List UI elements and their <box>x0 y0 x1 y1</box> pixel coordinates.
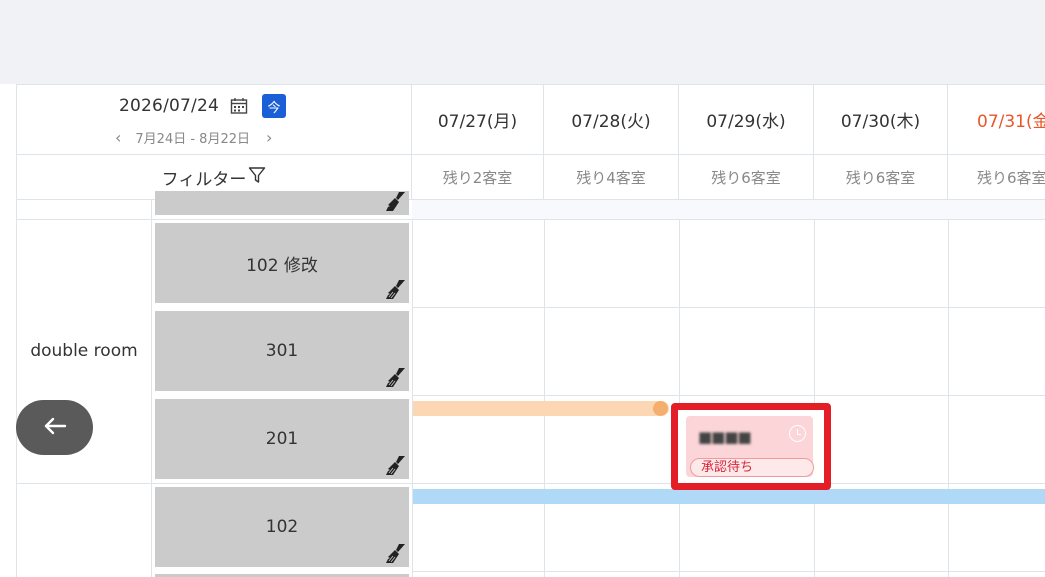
today-button[interactable]: 今 <box>261 94 286 118</box>
grid-line <box>412 395 1045 396</box>
reservation-bar[interactable] <box>413 489 1045 504</box>
funnel-icon <box>248 166 266 189</box>
room-number: 201 <box>265 429 299 449</box>
room-type-next <box>17 483 152 577</box>
broom-icon[interactable] <box>385 367 406 388</box>
top-band <box>0 0 1045 84</box>
grid-line <box>948 200 949 577</box>
broom-icon[interactable] <box>385 279 406 300</box>
room-cell-102-mod[interactable]: 102 修改 <box>155 223 409 303</box>
grid-line <box>17 483 1045 484</box>
remaining-rooms-0731: 残り6客室 <box>948 155 1045 200</box>
date-navigator: 2026/07/24 今 ‹ 7月24日 - 8月22日 › <box>17 85 412 155</box>
booking-card[interactable]: ■■■■ 承認待ち <box>686 416 814 477</box>
filter-label: フィルター <box>161 169 247 190</box>
chevron-right-icon[interactable]: › <box>266 128 272 147</box>
current-date[interactable]: 2026/07/24 <box>119 96 219 116</box>
grid-line <box>544 200 545 577</box>
grid-line <box>814 200 815 577</box>
reservation-bar-end <box>653 401 668 416</box>
reservation-bar[interactable] <box>413 401 669 416</box>
remaining-rooms-0730: 残り6客室 <box>814 155 948 200</box>
remaining-rooms-0727: 残り2客室 <box>412 155 544 200</box>
room-number: 102 修改 <box>246 255 318 276</box>
column-date-0731: 07/31(金 <box>948 85 1045 155</box>
room-cell-partial[interactable] <box>155 191 409 215</box>
row-strip <box>412 200 1045 219</box>
broom-icon[interactable] <box>385 191 406 212</box>
room-cell-301[interactable]: 301 <box>155 311 409 391</box>
column-date-0730: 07/30(木) <box>814 85 948 155</box>
grid-line <box>679 200 680 577</box>
room-type-cell-prev <box>17 200 152 219</box>
guest-name: ■■■■ <box>698 428 752 446</box>
booking-highlight: ■■■■ 承認待ち <box>671 403 831 490</box>
grid-line <box>412 200 413 577</box>
grid-line <box>412 307 1045 308</box>
remaining-rooms-0728: 残り4客室 <box>544 155 679 200</box>
calendar-icon[interactable] <box>230 97 248 115</box>
status-badge: 承認待ち <box>690 458 814 477</box>
column-date-0729: 07/29(水) <box>679 85 814 155</box>
grid-line <box>17 219 1045 220</box>
room-number: 102 <box>265 517 299 537</box>
remaining-rooms-0729: 残り6客室 <box>679 155 814 200</box>
room-cell-102[interactable]: 102 <box>155 487 409 567</box>
room-type-label: double room <box>30 341 138 361</box>
grid-line <box>412 571 1045 572</box>
back-button[interactable] <box>16 400 93 455</box>
booking-calendar: 2026/07/24 今 ‹ 7月24日 - 8月22日 › フィルター 07/… <box>16 84 1045 577</box>
column-date-0727: 07/27(月) <box>412 85 544 155</box>
room-cell-201[interactable]: 201 <box>155 399 409 479</box>
column-date-0728: 07/28(火) <box>544 85 679 155</box>
clock-icon <box>789 425 806 442</box>
room-number: 301 <box>265 341 299 361</box>
broom-icon[interactable] <box>385 543 406 564</box>
date-range: 7月24日 - 8月22日 <box>135 132 250 147</box>
chevron-left-icon[interactable]: ‹ <box>115 128 121 147</box>
broom-icon[interactable] <box>385 455 406 476</box>
arrow-left-icon <box>43 416 67 440</box>
